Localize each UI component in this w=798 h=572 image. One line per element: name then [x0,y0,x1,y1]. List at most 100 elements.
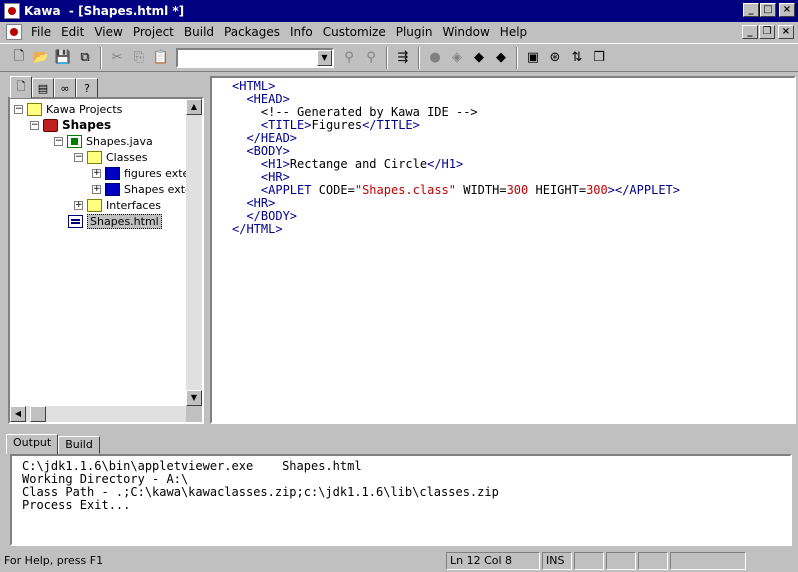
tab-output[interactable]: Output [6,434,59,454]
collapse-icon[interactable]: − [54,136,63,146]
menu-build[interactable]: Build [179,22,219,42]
settings-icon[interactable]: ⊛ [544,47,566,69]
status-indicator [670,552,746,570]
scroll-down-icon[interactable]: ▼ [186,390,202,406]
collapse-icon[interactable]: − [14,104,23,114]
project-icon[interactable]: ▣ [522,47,544,69]
cut-icon[interactable]: ✂ [106,47,128,69]
menu-project[interactable]: Project [128,22,179,42]
collapse-icon[interactable]: − [74,152,83,162]
save-icon[interactable]: 💾 [52,47,74,69]
find-icon[interactable]: ⚲ [338,47,360,69]
files-tab-icon[interactable]: 🗋 [10,76,32,98]
tree-node-interfaces[interactable]: + Interfaces [74,197,161,213]
tools-icon[interactable]: ⇅ [566,47,588,69]
menu-window[interactable]: Window [437,22,494,42]
toolbar-separator [516,46,518,69]
kawa-app-icon[interactable] [4,3,20,19]
windows-icon[interactable]: ❐ [588,47,610,69]
tree-node-shapes-html[interactable]: Shapes.html [68,213,162,229]
tree-node-kawa-projects[interactable]: − Kawa Projects [14,101,122,117]
scroll-thumb[interactable] [30,406,46,422]
output-console[interactable]: C:\jdk1.1.6\bin\appletviewer.exe Shapes.… [10,454,792,546]
expand-icon[interactable]: + [74,200,83,210]
code-line: <H1>Rectange and Circle</H1> [260,157,464,171]
menu-packages[interactable]: Packages [219,22,285,42]
copy-icon[interactable]: ⎘ [128,47,150,69]
output-line: Working Directory - A:\ [22,472,189,486]
project-pane: 🗋 ▤ ∞ ? − Kawa Projects − Shapes − Shape… [6,76,204,424]
menu-help[interactable]: Help [495,22,532,42]
code-editor[interactable]: <HTML> <HEAD> <!-- Generated by Kawa IDE… [210,76,796,424]
tree-node-shapes-java[interactable]: − Shapes.java [54,133,153,149]
code-line: <HR> [246,196,276,210]
document-system-icon[interactable] [6,24,22,40]
close-button[interactable]: × [779,3,795,17]
code-line: <HR> [260,170,290,184]
menu-plugin[interactable]: Plugin [391,22,438,42]
step-icon[interactable]: ◈ [446,47,468,69]
stop-icon[interactable]: ● [424,47,446,69]
chevron-down-icon[interactable]: ▼ [317,49,332,66]
search-tab-icon[interactable]: ∞ [54,78,76,98]
find-combobox[interactable]: ▼ [176,47,334,68]
menu-view[interactable]: View [89,22,127,42]
compile-icon[interactable]: ⇶ [392,47,414,69]
open-folder-icon[interactable]: 📂 [30,47,52,69]
expand-icon[interactable]: + [92,168,101,178]
collapse-icon[interactable]: − [30,120,39,130]
title-bar: Kawa - [Shapes.html *] _ □ × [0,0,798,22]
save-all-icon[interactable]: ⧉ [74,47,96,69]
replace-icon[interactable]: ⚲ [360,47,382,69]
tree-content: − Kawa Projects − Shapes − Shapes.java − [10,99,186,399]
paste-icon[interactable]: 📋 [150,47,172,69]
code-line: <HEAD> [246,92,290,106]
scroll-left-icon[interactable]: ◀ [10,406,26,422]
menu-file[interactable]: File [26,22,56,42]
doc-restore-button[interactable]: ❐ [759,25,775,39]
status-insert-mode: INS [542,552,572,570]
output-line: C:\jdk1.1.6\bin\appletviewer.exe Shapes.… [22,459,362,473]
build-icon[interactable]: ◆ [468,47,490,69]
help-tab-icon[interactable]: ? [76,78,98,98]
tree-node-class-figures[interactable]: + figures extends [92,165,186,181]
tree-node-class-shapes[interactable]: + Shapes extend [92,181,186,197]
toolbar-separator [386,46,388,69]
output-line: Process Exit... [22,498,131,512]
tree-node-shapes-project[interactable]: − Shapes [30,117,111,133]
menu-info[interactable]: Info [285,22,318,42]
tab-build[interactable]: Build [58,436,100,454]
classes-tab-icon[interactable]: ▤ [32,78,54,98]
status-indicator [574,552,604,570]
kawa-window: Kawa - [Shapes.html *] _ □ × File Edit V… [0,0,798,572]
code-text[interactable]: <HTML> <HEAD> <!-- Generated by Kawa IDE… [232,80,680,236]
menu-edit[interactable]: Edit [56,22,89,42]
expand-icon[interactable]: + [92,184,101,194]
tree-label: Shapes.html [87,213,162,229]
doc-close-button[interactable]: × [778,25,794,39]
tree-label: figures extends [124,166,186,180]
folder-icon [87,198,102,212]
tree-label: Kawa Projects [46,102,123,116]
menu-customize[interactable]: Customize [318,22,391,42]
doc-minimize-button[interactable]: _ [742,25,758,39]
code-line: <TITLE>Figures</TITLE> [260,118,420,132]
minimize-button[interactable]: _ [743,3,759,17]
scroll-up-icon[interactable]: ▲ [186,99,202,115]
class-icon [105,182,120,196]
run-icon[interactable]: ◆ [490,47,512,69]
project-pane-tabs: 🗋 ▤ ∞ ? [10,76,98,98]
tree-label: Shapes [62,118,112,132]
maximize-button[interactable]: □ [760,3,776,17]
output-pane: Output Build C:\jdk1.1.6\bin\appletviewe… [4,432,796,548]
tree-label: Classes [106,150,148,164]
folder-icon [27,102,42,116]
new-file-icon[interactable]: 🗋 [8,47,30,69]
folder-icon [87,150,102,164]
tree-label: Interfaces [106,198,161,212]
java-file-icon [67,134,82,148]
tree-horizontal-scrollbar[interactable]: ◀ ▶ [10,406,202,422]
tree-vertical-scrollbar[interactable]: ▲ ▼ [186,99,202,406]
tree-node-classes[interactable]: − Classes [74,149,147,165]
code-line: </HEAD> [246,131,298,145]
